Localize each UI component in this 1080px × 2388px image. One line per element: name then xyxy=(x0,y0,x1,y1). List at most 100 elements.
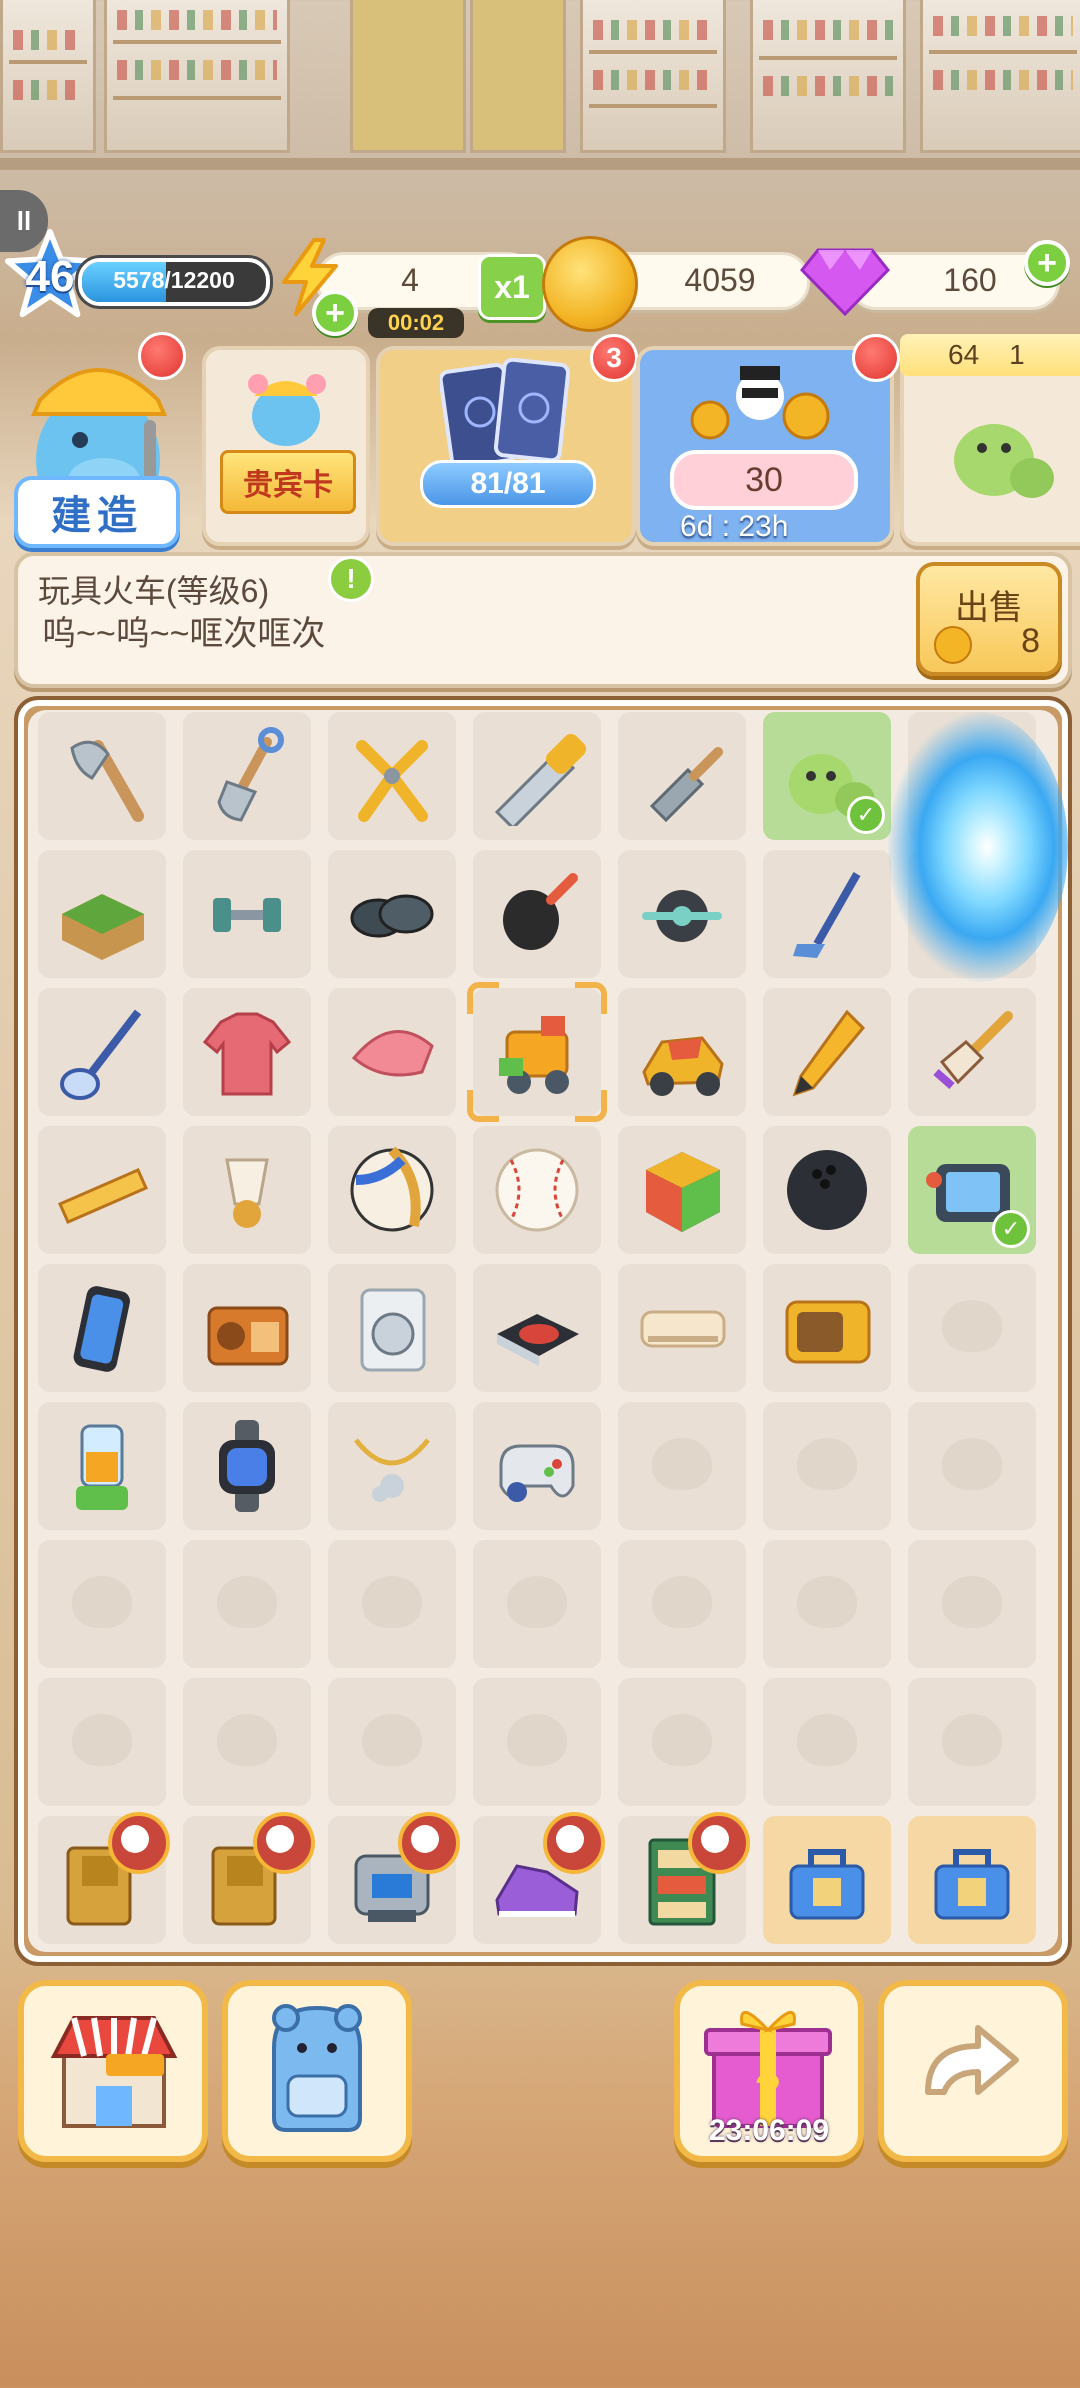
grid-item-ruler[interactable] xyxy=(38,1126,166,1254)
add-gems-button[interactable]: + xyxy=(1024,240,1070,286)
empty-grid-cell[interactable] xyxy=(328,1540,456,1668)
gift-box-icon: ? xyxy=(704,2011,832,2128)
grid-item-axe[interactable] xyxy=(38,712,166,840)
info-icon[interactable]: ! xyxy=(328,556,374,602)
vip-card-label: 贵宾卡 xyxy=(220,450,356,514)
washer-icon xyxy=(360,1288,426,1372)
grid-item-gamepad[interactable] xyxy=(473,1402,601,1530)
grid-item-caterpillar[interactable]: ✓ xyxy=(763,712,891,840)
coin-value: 4059 xyxy=(684,262,756,298)
shelf xyxy=(350,0,466,153)
empty-grid-cell[interactable] xyxy=(328,1678,456,1806)
next-feature-item-count: 1 xyxy=(1009,339,1025,370)
grid-item-shovel[interactable] xyxy=(183,712,311,840)
pencil-icon xyxy=(792,1009,866,1097)
empty-grid-cell[interactable] xyxy=(908,1678,1036,1806)
backpack-button[interactable] xyxy=(222,1980,412,2162)
empty-grid-cell[interactable] xyxy=(183,1678,311,1806)
grid-item-radio[interactable] xyxy=(183,1264,311,1392)
saw-icon xyxy=(494,733,587,826)
grid-item-grass[interactable] xyxy=(38,850,166,978)
build-button[interactable]: 建造 xyxy=(14,476,180,548)
empty-grid-cell[interactable] xyxy=(763,1678,891,1806)
shelf xyxy=(0,0,96,153)
grid-item-trowel[interactable] xyxy=(618,712,746,840)
empty-grid-cell[interactable] xyxy=(473,1540,601,1668)
ruler-icon xyxy=(58,1168,148,1224)
shop-button[interactable] xyxy=(18,1980,208,2162)
grid-item-plates[interactable] xyxy=(328,850,456,978)
grid-item-cube[interactable] xyxy=(618,1126,746,1254)
vip-card[interactable]: 贵宾卡 xyxy=(202,346,370,546)
grid-item-bowling[interactable] xyxy=(763,1126,891,1254)
grid-item-train[interactable] xyxy=(467,982,607,1122)
empty-grid-cell[interactable] xyxy=(618,1540,746,1668)
empty-grid-cell[interactable] xyxy=(618,1678,746,1806)
grid-item-abwheel[interactable] xyxy=(618,850,746,978)
grid-item-dumbbell[interactable] xyxy=(183,850,311,978)
grid-item-volleyball[interactable] xyxy=(328,1126,456,1254)
grid-item-hockey[interactable] xyxy=(763,850,891,978)
empty-grid-cell[interactable] xyxy=(618,1402,746,1530)
cooktop-icon xyxy=(497,1314,579,1366)
energy-timer: 00:02 xyxy=(368,308,464,338)
grid-item-necklace[interactable] xyxy=(328,1402,456,1530)
gift-button[interactable]: ? 23:06:09 xyxy=(674,1980,864,2162)
grid-item-locker[interactable] xyxy=(183,1812,315,1944)
event-character-icon xyxy=(690,366,830,440)
portal-effect xyxy=(888,712,1068,982)
grid-item-shoe[interactable] xyxy=(473,1812,605,1944)
empty-grid-cell[interactable] xyxy=(38,1678,166,1806)
empty-grid-cell[interactable] xyxy=(908,1402,1036,1530)
xp-bar: 5578/12200 xyxy=(78,258,270,306)
grid-item-toolbox[interactable] xyxy=(763,1816,891,1944)
grid-item-racer[interactable] xyxy=(618,988,746,1116)
playing-cards-icon xyxy=(440,358,571,468)
grid-item-phone[interactable] xyxy=(38,1264,166,1392)
grid-item-shirt[interactable] xyxy=(183,988,311,1116)
timer-clock-icon xyxy=(253,1812,315,1874)
next-feature-card[interactable] xyxy=(900,346,1080,546)
grid-item-locker[interactable] xyxy=(38,1812,170,1944)
empty-grid-cell[interactable] xyxy=(908,1264,1036,1392)
grid-item-toolbox[interactable] xyxy=(908,1816,1036,1944)
grid-item-baseball[interactable] xyxy=(473,1126,601,1254)
bowling-icon xyxy=(787,1150,867,1230)
grid-item-microwave[interactable] xyxy=(763,1264,891,1392)
grid-item-paddle[interactable] xyxy=(473,850,601,978)
grid-item-robot[interactable] xyxy=(328,1812,460,1944)
empty-grid-cell[interactable] xyxy=(183,1540,311,1668)
sell-button[interactable]: 出售 8 xyxy=(916,562,1062,676)
empty-grid-cell[interactable] xyxy=(908,1540,1036,1668)
empty-grid-cell[interactable] xyxy=(38,1540,166,1668)
empty-grid-cell[interactable] xyxy=(763,1402,891,1530)
shelf xyxy=(580,0,726,153)
undo-button[interactable] xyxy=(878,1980,1068,2162)
grid-item-cooktop[interactable] xyxy=(473,1264,601,1392)
xp-text: 5578/12200 xyxy=(113,267,235,293)
grid-item-lacrosse[interactable] xyxy=(38,988,166,1116)
grid-item-brush[interactable] xyxy=(908,988,1036,1116)
grid-item-aircon[interactable] xyxy=(618,1264,746,1392)
shelf xyxy=(470,0,566,153)
grid-item-pencil[interactable] xyxy=(763,988,891,1116)
grid-item-blender[interactable] xyxy=(38,1402,166,1530)
completed-check-icon: ✓ xyxy=(847,796,885,834)
grid-item-console[interactable]: ✓ xyxy=(908,1126,1036,1254)
grid-item-watch[interactable] xyxy=(183,1402,311,1530)
lacrosse-icon xyxy=(60,1009,142,1100)
multiplier-button[interactable]: x1 xyxy=(478,254,546,320)
empty-grid-cell[interactable] xyxy=(473,1678,601,1806)
add-energy-button[interactable]: + xyxy=(312,290,358,336)
grid-item-shuttle[interactable] xyxy=(183,1126,311,1254)
grid-item-saw[interactable] xyxy=(473,712,601,840)
grid-item-visor[interactable] xyxy=(328,988,456,1116)
grid-item-washer[interactable] xyxy=(328,1264,456,1392)
card-collection[interactable]: 81/81 xyxy=(376,346,636,546)
grid-item-pliers[interactable] xyxy=(328,712,456,840)
grid-item-bookshelf[interactable] xyxy=(618,1812,750,1944)
event-card[interactable]: 30 6d : 23h xyxy=(636,346,894,546)
cube-icon xyxy=(646,1152,720,1232)
empty-grid-cell[interactable] xyxy=(763,1540,891,1668)
dumbbell-icon xyxy=(213,898,281,932)
